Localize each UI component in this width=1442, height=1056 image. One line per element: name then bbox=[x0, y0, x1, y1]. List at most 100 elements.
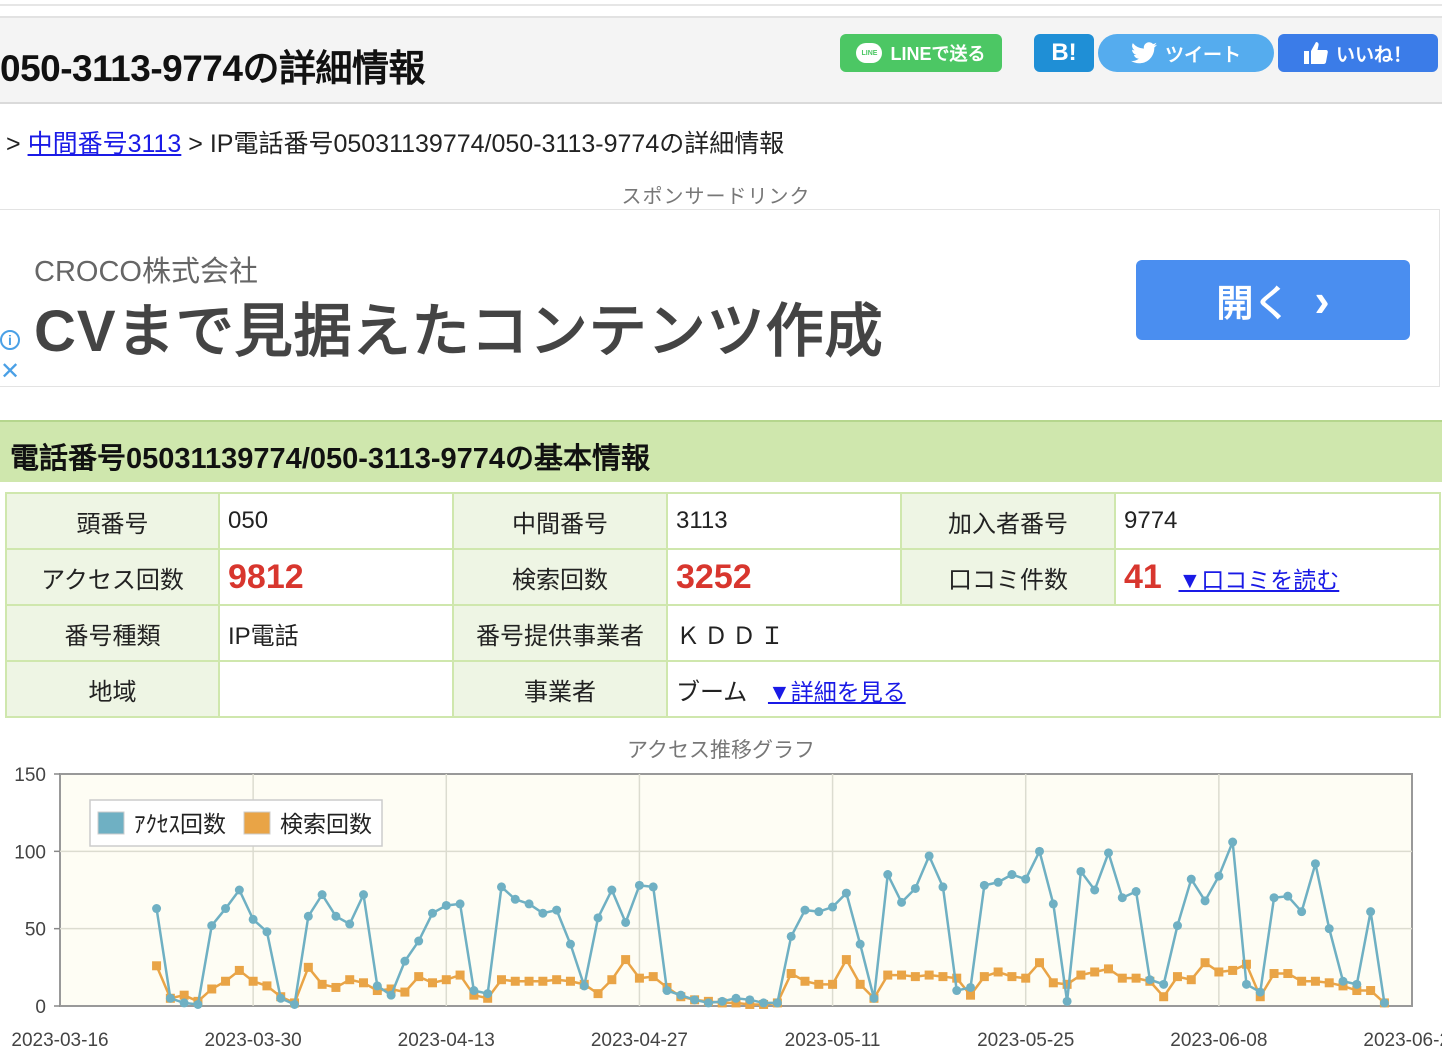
data-point-access bbox=[648, 882, 658, 892]
data-point-access bbox=[1062, 996, 1072, 1006]
review-count-cell: 41 ▼口コミを読む bbox=[1114, 548, 1441, 606]
data-point-access bbox=[579, 981, 589, 991]
data-point-access bbox=[993, 877, 1003, 887]
data-point-search bbox=[855, 979, 865, 989]
region-label: 地域 bbox=[5, 660, 220, 718]
data-point-access bbox=[552, 905, 562, 915]
data-point-access bbox=[1035, 846, 1045, 856]
data-point-access bbox=[662, 986, 672, 996]
data-point-search bbox=[841, 955, 851, 965]
data-point-search bbox=[607, 975, 617, 985]
x-tick-label: 2023-03-16 bbox=[11, 1030, 108, 1051]
data-point-access bbox=[1255, 987, 1265, 997]
search-count-label: 検索回数 bbox=[452, 548, 668, 606]
data-point-search bbox=[979, 972, 989, 982]
data-point-access bbox=[883, 870, 893, 880]
data-point-access bbox=[786, 931, 796, 941]
breadcrumb-link-mid-number[interactable]: 中間番号3113 bbox=[28, 130, 182, 158]
carrier-label: 番号提供事業者 bbox=[452, 604, 668, 662]
breadcrumb: > 中間番号3113 > IP電話番号05031139774/050-3113-… bbox=[6, 124, 784, 160]
basic-info-header: 電話番号05031139774/050-3113-9774の基本情報 bbox=[0, 420, 1442, 482]
hatena-bookmark-button[interactable]: B! bbox=[1034, 34, 1094, 72]
data-point-search bbox=[924, 970, 934, 980]
data-point-access bbox=[1200, 896, 1210, 906]
data-point-search bbox=[1048, 978, 1058, 988]
ad-close-icon[interactable]: ✕ bbox=[0, 360, 20, 384]
data-point-search bbox=[1007, 972, 1017, 982]
data-point-access bbox=[221, 904, 231, 914]
data-point-access bbox=[1090, 885, 1100, 895]
data-point-access bbox=[703, 998, 713, 1008]
data-point-search bbox=[317, 979, 327, 989]
data-point-access bbox=[276, 993, 286, 1003]
data-point-search bbox=[331, 982, 341, 992]
data-point-access bbox=[510, 894, 520, 904]
ad-headline[interactable]: CVまで見据えたコンテンツ作成 bbox=[34, 284, 884, 368]
data-point-access bbox=[1269, 893, 1279, 903]
y-tick-label: 50 bbox=[25, 920, 46, 941]
data-point-search bbox=[1103, 964, 1113, 974]
y-tick-label: 0 bbox=[35, 997, 46, 1018]
data-point-search bbox=[441, 975, 451, 985]
data-point-access bbox=[193, 999, 203, 1009]
data-point-search bbox=[1297, 976, 1307, 986]
data-point-access bbox=[1310, 859, 1320, 869]
data-point-access bbox=[1186, 874, 1196, 884]
operator-details-link[interactable]: ▼詳細を見る bbox=[768, 679, 906, 705]
data-point-access bbox=[1007, 870, 1017, 880]
facebook-like-button[interactable]: いいね！ bbox=[1278, 34, 1438, 72]
line-share-button[interactable]: LINE LINEで送る bbox=[840, 34, 1002, 72]
data-point-access bbox=[1103, 848, 1113, 858]
number-type-label: 番号種類 bbox=[5, 604, 220, 662]
data-point-access bbox=[441, 900, 451, 910]
review-count-label: 口コミ件数 bbox=[900, 548, 1116, 606]
data-point-search bbox=[496, 975, 506, 985]
x-tick-label: 2023-06-22 bbox=[1363, 1030, 1442, 1051]
data-point-search bbox=[938, 972, 948, 982]
data-point-access bbox=[938, 882, 948, 892]
ad-banner[interactable]: CROCO株式会社 CVまで見据えたコンテンツ作成 開く › i ✕ bbox=[0, 209, 1440, 387]
data-point-access bbox=[897, 897, 907, 907]
data-point-search bbox=[1228, 965, 1238, 975]
data-point-search bbox=[1117, 973, 1127, 983]
data-point-search bbox=[359, 978, 369, 988]
data-point-search bbox=[552, 975, 562, 985]
data-point-access bbox=[1228, 837, 1238, 847]
data-point-access bbox=[317, 890, 327, 900]
data-point-search bbox=[621, 955, 631, 965]
data-point-search bbox=[303, 962, 313, 972]
data-point-access bbox=[759, 998, 769, 1008]
data-point-access bbox=[952, 986, 962, 996]
data-point-access bbox=[979, 880, 989, 890]
data-point-search bbox=[1200, 958, 1210, 968]
data-point-search bbox=[1035, 958, 1045, 968]
data-point-access bbox=[1131, 887, 1141, 897]
table-row: 地域 事業者 ブーム ▼詳細を見る bbox=[5, 660, 1441, 718]
data-point-access bbox=[207, 921, 217, 931]
data-point-search bbox=[221, 976, 231, 986]
data-point-access bbox=[303, 911, 313, 921]
legend-swatch-access bbox=[97, 811, 125, 835]
legend-label-access: ｱｸｾｽ回数 bbox=[134, 811, 226, 837]
data-point-access bbox=[179, 998, 189, 1008]
data-point-search bbox=[648, 972, 658, 982]
data-point-access bbox=[676, 990, 686, 1000]
data-point-search bbox=[1310, 976, 1320, 986]
data-point-search bbox=[897, 970, 907, 980]
thumbs-up-icon bbox=[1303, 42, 1328, 64]
ad-info-icon[interactable]: i bbox=[0, 330, 20, 350]
ad-open-button[interactable]: 開く › bbox=[1136, 260, 1410, 340]
read-reviews-link[interactable]: ▼口コミを読む bbox=[1179, 567, 1340, 593]
data-point-access bbox=[731, 993, 741, 1003]
data-point-search bbox=[248, 976, 258, 986]
tweet-button[interactable]: ツイート bbox=[1098, 34, 1274, 72]
review-count-value: 41 bbox=[1124, 557, 1162, 596]
data-point-search bbox=[1324, 978, 1334, 988]
y-tick-label: 100 bbox=[14, 842, 46, 863]
data-point-access bbox=[607, 885, 617, 895]
data-point-search bbox=[800, 976, 810, 986]
data-point-access bbox=[634, 880, 644, 890]
data-point-search bbox=[910, 972, 920, 982]
data-point-access bbox=[1241, 979, 1251, 989]
data-point-search bbox=[414, 972, 424, 982]
